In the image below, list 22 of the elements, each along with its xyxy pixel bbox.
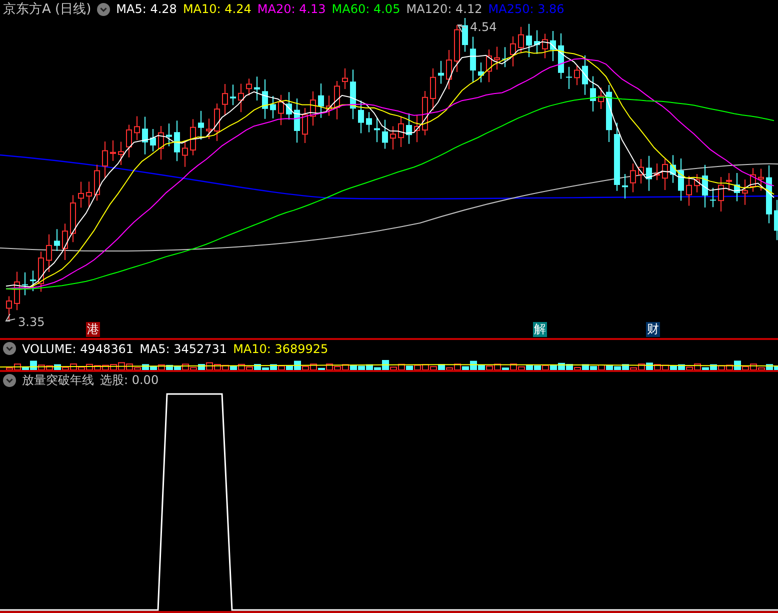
leader-line	[457, 24, 466, 32]
event-marker[interactable]: 财	[646, 322, 660, 337]
indicator-title: 放量突破年线	[22, 372, 94, 390]
event-marker[interactable]: 解	[533, 322, 547, 337]
moving-average-value: MA10: 4.24	[182, 2, 252, 16]
moving-average-value: MA120: 4.12	[406, 2, 482, 16]
moving-average-value: MA5: 4.28	[116, 2, 177, 16]
moving-average-value: MA250: 3.86	[488, 2, 564, 16]
volume-value: MA5: 3452731	[140, 342, 228, 356]
chevron-down-icon[interactable]	[97, 2, 110, 16]
volume-value: MA10: 3689925	[233, 342, 328, 356]
leader-line	[5, 314, 16, 322]
chevron-down-icon[interactable]	[3, 342, 16, 356]
event-marker[interactable]: 港	[86, 322, 100, 337]
moving-average-value: MA20: 4.13	[257, 2, 326, 16]
stock-title: 京东方A (日线)	[3, 1, 92, 18]
volume-value: VOLUME: 4948361	[22, 342, 134, 356]
chevron-down-icon[interactable]	[3, 374, 16, 388]
moving-average-value: MA60: 4.05	[332, 2, 400, 16]
price-label: 3.35	[18, 315, 45, 329]
price-label: 4.54	[470, 20, 497, 34]
indicator-reading: 选股: 0.00	[100, 372, 159, 390]
